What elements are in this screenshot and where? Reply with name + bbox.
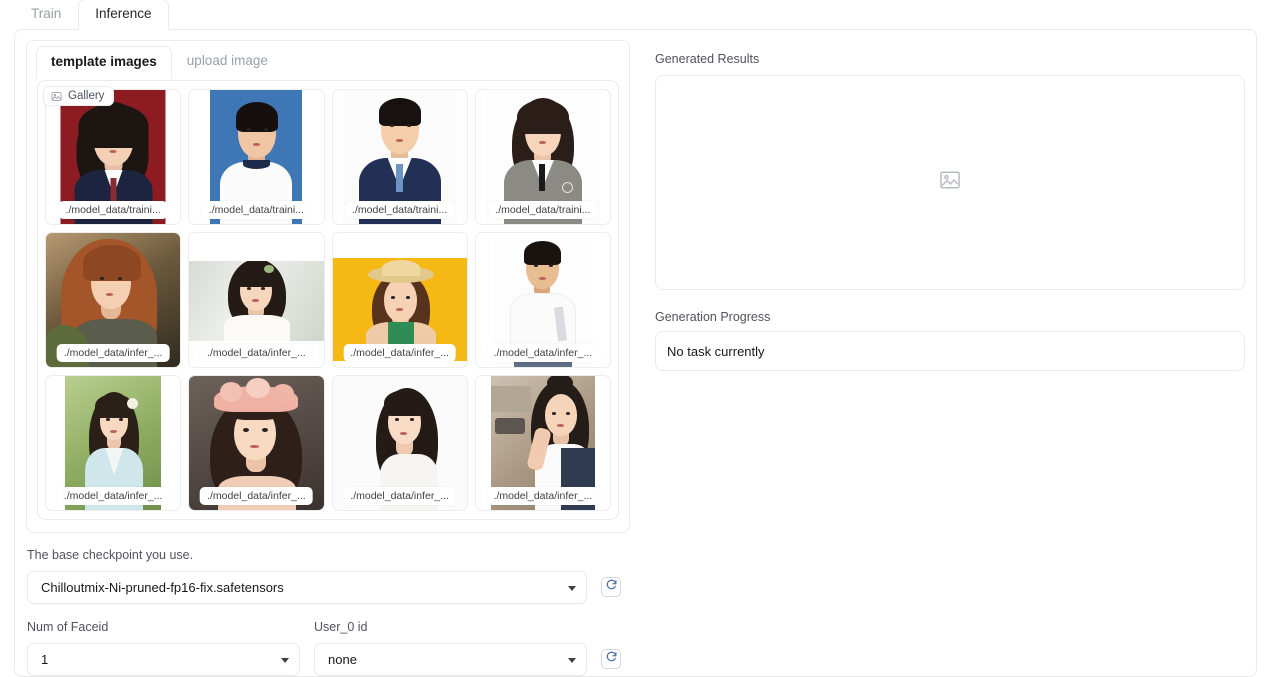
gallery-item[interactable]: ./model_data/traini...	[331, 89, 468, 225]
generated-results-label: Generated Results	[655, 52, 760, 66]
left-column: template images upload image Gallery ./m…	[26, 40, 641, 676]
gallery-item-caption: ./model_data/infer_...	[56, 344, 170, 362]
tab-upload-image[interactable]: upload image	[172, 45, 283, 78]
right-column: Generated Results Generation Progress No…	[641, 40, 1245, 676]
main-tab-bar: Train Inference	[0, 0, 1280, 30]
chevron-down-icon	[281, 657, 289, 663]
gallery-item-caption: ./model_data/infer_...	[56, 487, 170, 505]
generation-progress-box: No task currently	[655, 331, 1245, 371]
gallery-item[interactable]: ./model_data/infer_...	[331, 232, 468, 368]
gallery-badge: Gallery	[43, 86, 115, 106]
refresh-icon	[605, 578, 618, 596]
gallery-item[interactable]: ./model_data/infer_...	[188, 375, 325, 511]
progress-status-text: No task currently	[667, 343, 765, 359]
checkpoint-row: Chilloutmix-Ni-pruned-fp16-fix.safetenso…	[27, 571, 643, 604]
tab-template-images[interactable]: template images	[36, 46, 172, 79]
gallery-item[interactable]: ./model_data/traini...	[188, 89, 325, 225]
panel-body: template images upload image Gallery ./m…	[15, 30, 1256, 676]
gallery-badge-label: Gallery	[68, 90, 105, 102]
gallery-grid: ./model_data/traini... ./model_data/trai…	[45, 89, 611, 511]
faceid-select[interactable]: 1	[27, 643, 300, 676]
checkpoint-select[interactable]: Chilloutmix-Ni-pruned-fp16-fix.safetenso…	[27, 571, 587, 604]
user-label: User_0 id	[314, 620, 368, 634]
faceid-label: Num of Faceid	[27, 620, 109, 634]
gallery-item-caption: ./model_data/infer_...	[343, 344, 456, 362]
generated-results-box[interactable]	[655, 75, 1245, 290]
faceid-value: 1	[41, 652, 49, 667]
gallery-container: Gallery ./model_data/traini... ./model_d…	[37, 80, 619, 520]
gallery-item-caption: ./model_data/infer_...	[486, 344, 600, 362]
checkpoint-label: The base checkpoint you use.	[27, 548, 194, 562]
gallery-item-caption: ./model_data/traini...	[345, 201, 455, 219]
gallery-item-caption: ./model_data/infer_...	[343, 487, 456, 505]
gallery-item[interactable]: ./model_data/infer_...	[45, 232, 182, 368]
user-value: none	[328, 652, 357, 667]
gallery-item-caption: ./model_data/infer_...	[486, 487, 600, 505]
gallery-item[interactable]: ./model_data/infer_...	[331, 375, 468, 511]
sub-tab-bar: template images upload image	[36, 45, 621, 79]
gallery-item-caption: ./model_data/traini...	[58, 201, 168, 219]
refresh-user-button[interactable]	[601, 649, 621, 669]
gallery-item[interactable]: ./model_data/infer_...	[188, 232, 325, 368]
faceid-field: Num of Faceid 1	[27, 620, 300, 676]
gallery-item-caption: ./model_data/traini...	[201, 201, 311, 219]
gallery-item-caption: ./model_data/infer_...	[200, 344, 313, 362]
chevron-down-icon	[568, 657, 576, 663]
user-select[interactable]: none	[314, 643, 587, 676]
chevron-down-icon	[568, 585, 576, 591]
gallery-item[interactable]: ./model_data/infer_...	[474, 232, 611, 368]
gallery-item[interactable]: ./model_data/traini...	[474, 89, 611, 225]
template-images-card: template images upload image Gallery ./m…	[26, 40, 630, 533]
user-field: User_0 id none	[314, 620, 587, 676]
gallery-item[interactable]: ./model_data/infer_...	[474, 375, 611, 511]
tab-train[interactable]: Train	[14, 0, 78, 30]
inference-panel: template images upload image Gallery ./m…	[14, 29, 1257, 677]
refresh-icon	[605, 650, 618, 668]
faceid-user-row: Num of Faceid 1 User_0 id none	[27, 620, 643, 676]
refresh-checkpoint-button[interactable]	[601, 577, 621, 597]
image-placeholder-icon	[939, 169, 961, 196]
checkpoint-value: Chilloutmix-Ni-pruned-fp16-fix.safetenso…	[41, 580, 284, 595]
tab-inference[interactable]: Inference	[78, 0, 169, 30]
gallery-item[interactable]: ./model_data/infer_...	[45, 375, 182, 511]
image-icon	[51, 91, 62, 102]
gallery-item-caption: ./model_data/infer_...	[200, 487, 313, 505]
gallery-item-caption: ./model_data/traini...	[488, 201, 598, 219]
generation-progress-label: Generation Progress	[655, 310, 771, 324]
sub-tab-bar-wrap: template images upload image	[27, 41, 629, 79]
gallery-item[interactable]: ./model_data/traini...	[45, 89, 182, 225]
settings-form: The base checkpoint you use. Chilloutmix…	[27, 548, 643, 676]
